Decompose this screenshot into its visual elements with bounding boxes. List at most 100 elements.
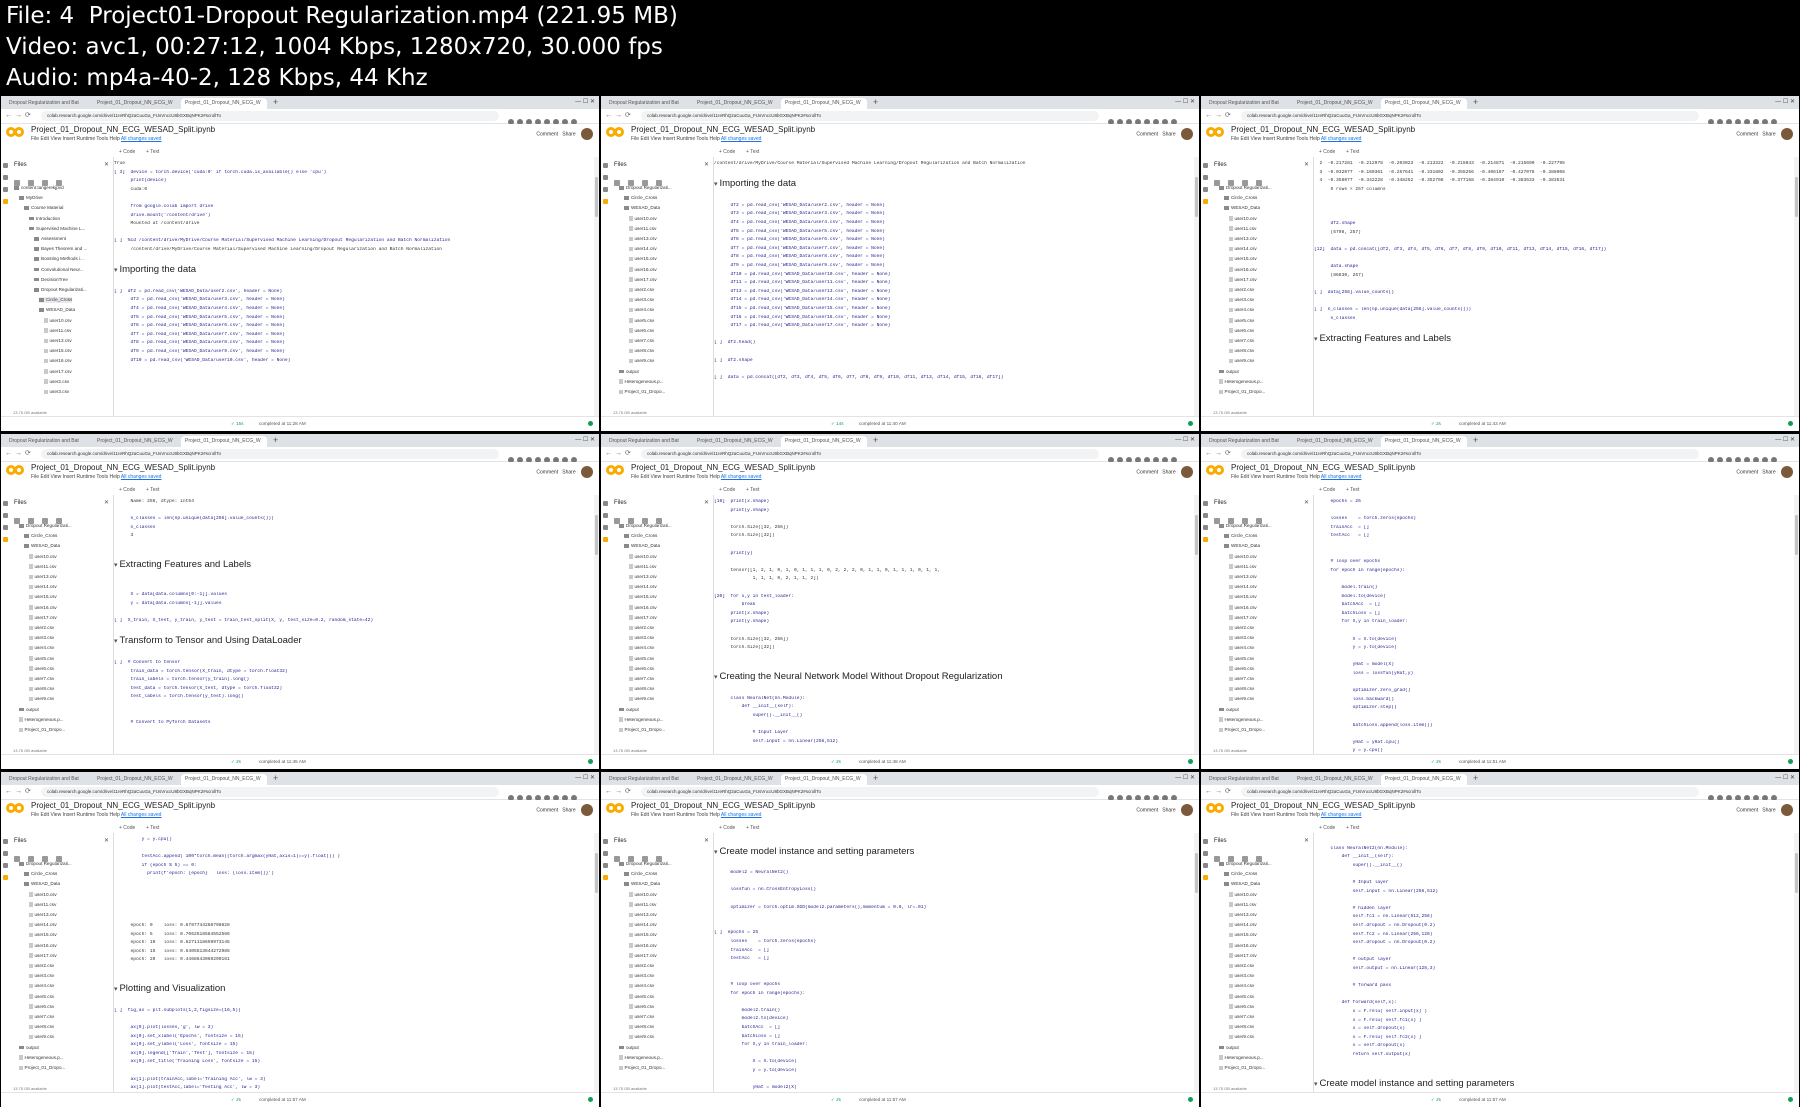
colab-menu-bar[interactable]: File Edit View Insert Runtime Tools Help… (631, 474, 761, 480)
file-item[interactable]: user9.csv (29, 1034, 55, 1040)
folder-item[interactable]: Dropout Regularizati... (619, 861, 672, 867)
file-item[interactable]: user11.csv (629, 902, 657, 908)
menu-items[interactable]: File Edit View Insert Runtime Tools Help (31, 812, 120, 818)
toc-icon[interactable] (603, 839, 608, 844)
file-item[interactable]: user13.csv (629, 236, 657, 242)
colab-logo-icon[interactable] (6, 127, 24, 137)
add-code-button[interactable]: + Code (119, 487, 135, 493)
notebook-title[interactable]: Project_01_Dropout_NN_ECG_WESAD_Split.ip… (631, 463, 815, 472)
folder-item[interactable]: Dropout Regularizati... (1219, 523, 1272, 529)
folder-item[interactable]: DecisionTree (34, 277, 68, 283)
file-item[interactable]: user11.csv (629, 226, 657, 232)
file-actions[interactable] (614, 173, 694, 186)
add-code-button[interactable]: + Code (119, 825, 135, 831)
browser-tab[interactable]: Dropout Regularization and Bat (5, 436, 91, 447)
menu-items[interactable]: File Edit View Insert Runtime Tools Help (631, 136, 720, 142)
extension-icons[interactable] (1705, 112, 1795, 125)
notebook-title[interactable]: Project_01_Dropout_NN_ECG_WESAD_Split.ip… (1231, 463, 1415, 472)
code-icon[interactable] (603, 525, 608, 530)
file-item[interactable]: user14.csv (629, 246, 657, 252)
file-item[interactable]: user15.csv (629, 594, 657, 600)
file-item[interactable]: user5.csv (629, 318, 655, 324)
share-button[interactable]: Share (1162, 469, 1175, 475)
file-actions[interactable] (1214, 173, 1294, 186)
comment-button[interactable]: Comment (536, 807, 558, 813)
file-item[interactable]: Project_01_Dropo... (19, 1065, 66, 1071)
saved-status[interactable]: All changes saved (121, 812, 162, 818)
file-item[interactable]: user3.csv (44, 389, 70, 395)
add-code-button[interactable]: + Code (1319, 149, 1335, 155)
extension-icons[interactable] (505, 112, 595, 125)
file-item[interactable]: user8.csv (629, 348, 655, 354)
file-item[interactable]: user2.csv (1229, 963, 1255, 969)
add-text-button[interactable]: + Text (746, 149, 759, 155)
search-icon[interactable] (1203, 175, 1208, 180)
close-icon[interactable]: ✕ (104, 499, 109, 506)
add-text-button[interactable]: + Text (746, 487, 759, 493)
file-item[interactable]: Heterogeneous.p... (619, 717, 664, 723)
toc-icon[interactable] (603, 163, 608, 168)
colab-logo-icon[interactable] (606, 465, 624, 475)
file-item[interactable]: Project_01_Dropo... (1219, 727, 1266, 733)
share-button[interactable]: Share (562, 469, 575, 475)
browser-tab[interactable]: Project_01_Dropout_NN_ECG_W (93, 436, 179, 447)
section-heading[interactable]: Transform to Tensor and Using DataLoader (114, 635, 593, 648)
folder-icon[interactable] (1203, 537, 1208, 542)
file-item[interactable]: user17.csv (629, 277, 657, 283)
search-icon[interactable] (3, 851, 8, 856)
file-item[interactable]: user16.csv (44, 358, 72, 364)
browser-tab-active[interactable]: Project_01_Dropout_NN_ECG_W (1381, 98, 1467, 109)
file-item[interactable]: user7.csv (629, 1014, 655, 1020)
search-icon[interactable] (603, 513, 608, 518)
section-heading[interactable]: Creating the Neural Network Model Withou… (714, 671, 1193, 684)
notebook-title[interactable]: Project_01_Dropout_NN_ECG_WESAD_Split.ip… (1231, 801, 1415, 810)
file-item[interactable]: user2.csv (629, 287, 655, 293)
file-item[interactable]: user2.csv (1229, 287, 1255, 293)
file-item[interactable]: user10.csv (29, 892, 57, 898)
notebook-title[interactable]: Project_01_Dropout_NN_ECG_WESAD_Split.ip… (31, 463, 215, 472)
folder-item[interactable]: output (19, 1045, 39, 1051)
file-item[interactable]: user16.csv (629, 267, 657, 273)
new-tab-icon[interactable]: + (873, 435, 878, 446)
new-tab-icon[interactable]: + (1473, 435, 1478, 446)
file-item[interactable]: user5.csv (1229, 994, 1255, 1000)
share-button[interactable]: Share (1762, 131, 1775, 137)
share-button[interactable]: Share (562, 131, 575, 137)
code-icon[interactable] (1203, 525, 1208, 530)
section-heading[interactable]: Extracting Features and Labels (114, 559, 593, 572)
colab-logo-icon[interactable] (1206, 127, 1224, 137)
file-actions[interactable] (1214, 849, 1294, 862)
file-item[interactable]: user15.csv (29, 594, 57, 600)
file-item[interactable]: user16.csv (629, 943, 657, 949)
folder-item[interactable]: output (619, 369, 639, 375)
folder-icon[interactable] (1203, 875, 1208, 880)
comment-button[interactable]: Comment (1736, 469, 1758, 475)
search-icon[interactable] (3, 513, 8, 518)
file-item[interactable]: user9.csv (1229, 1034, 1255, 1040)
file-item[interactable]: user6.csv (29, 666, 55, 672)
file-actions[interactable] (14, 511, 94, 524)
file-item[interactable]: user10.csv (29, 554, 57, 560)
scrollbar[interactable] (1794, 495, 1799, 755)
browser-nav-icons[interactable]: ←→⟳ (5, 111, 34, 119)
close-icon[interactable]: ✕ (704, 499, 709, 506)
file-item[interactable]: user16.csv (1229, 267, 1257, 273)
saved-status[interactable]: All changes saved (121, 136, 162, 142)
folder-item[interactable]: Dropout Regularizati... (19, 523, 72, 529)
file-item[interactable]: user13.csv (629, 912, 657, 918)
folder-item[interactable]: Boosting Methods i... (34, 256, 84, 262)
avatar[interactable] (1181, 466, 1193, 478)
browser-tab-active[interactable]: Project_01_Dropout_NN_ECG_W (181, 98, 267, 109)
folder-item[interactable]: Circle_Cross (24, 533, 57, 539)
browser-tab[interactable]: Dropout Regularization and Bat (605, 774, 691, 785)
file-item[interactable]: user7.csv (29, 1014, 55, 1020)
file-item[interactable]: user13.csv (29, 574, 57, 580)
file-item[interactable]: user5.csv (1229, 656, 1255, 662)
new-tab-icon[interactable]: + (273, 435, 278, 446)
window-controls-icon[interactable]: — ☐ ✕ (575, 774, 595, 781)
section-heading[interactable]: Plotting and Visualization (114, 983, 593, 996)
folder-item[interactable]: Circle_Cross (1224, 195, 1257, 201)
folder-item[interactable]: output (1219, 707, 1239, 713)
browser-tab[interactable]: Project_01_Dropout_NN_ECG_W (693, 436, 779, 447)
avatar[interactable] (581, 128, 593, 140)
